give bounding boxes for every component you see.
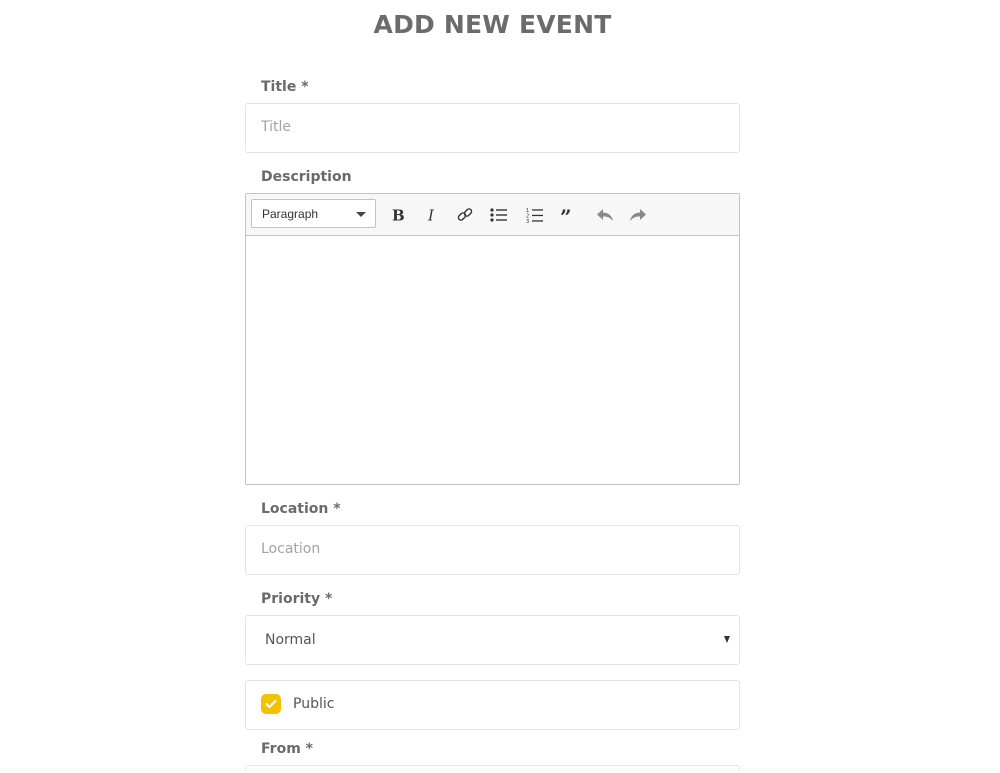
bold-icon: B: [392, 207, 405, 223]
location-field-wrapper: [245, 525, 740, 575]
svg-text:3: 3: [526, 219, 529, 224]
public-checkbox-row[interactable]: Public: [245, 680, 740, 730]
from-field-wrapper[interactable]: [245, 765, 740, 772]
heading-select[interactable]: Paragraph: [251, 199, 376, 228]
redo-icon: [630, 209, 646, 221]
priority-select[interactable]: Normal: [245, 615, 740, 665]
page-title: ADD NEW EVENT: [373, 10, 612, 39]
title-label: Title *: [261, 79, 309, 95]
dropdown-arrow-icon: [724, 636, 730, 643]
title-input[interactable]: [246, 104, 721, 150]
description-editor: Paragraph B I 1 2 3 ”: [245, 193, 740, 485]
numbered-list-icon: 1 2 3: [526, 208, 543, 224]
priority-select-value: Normal: [265, 632, 316, 648]
redo-button[interactable]: [625, 202, 651, 228]
title-field-wrapper: [245, 103, 740, 153]
bulleted-list-button[interactable]: [486, 202, 512, 228]
link-button[interactable]: [452, 202, 478, 228]
italic-button[interactable]: I: [419, 202, 445, 228]
undo-icon: [597, 209, 613, 221]
public-checkbox-label: Public: [293, 696, 335, 712]
editor-toolbar: Paragraph B I 1 2 3 ”: [246, 194, 739, 236]
check-icon: [265, 699, 277, 708]
chevron-down-icon: [356, 212, 366, 217]
bold-button[interactable]: B: [385, 202, 411, 228]
italic-icon: I: [427, 207, 435, 223]
blockquote-button[interactable]: ”: [556, 202, 582, 228]
editor-content-area[interactable]: [246, 236, 739, 484]
svg-text:”: ”: [560, 207, 572, 223]
from-label: From *: [261, 741, 313, 757]
location-label: Location *: [261, 501, 341, 517]
public-checkbox[interactable]: [261, 694, 281, 714]
heading-select-value: Paragraph: [262, 207, 319, 221]
svg-text:I: I: [427, 207, 435, 223]
undo-button[interactable]: [592, 202, 618, 228]
svg-text:B: B: [392, 207, 405, 223]
description-label: Description: [261, 169, 352, 185]
numbered-list-button[interactable]: 1 2 3: [522, 202, 548, 228]
priority-label: Priority *: [261, 591, 333, 607]
bulleted-list-icon: [490, 208, 507, 222]
blockquote-icon: ”: [560, 207, 572, 223]
location-input[interactable]: [246, 526, 721, 572]
link-icon: [457, 208, 473, 221]
